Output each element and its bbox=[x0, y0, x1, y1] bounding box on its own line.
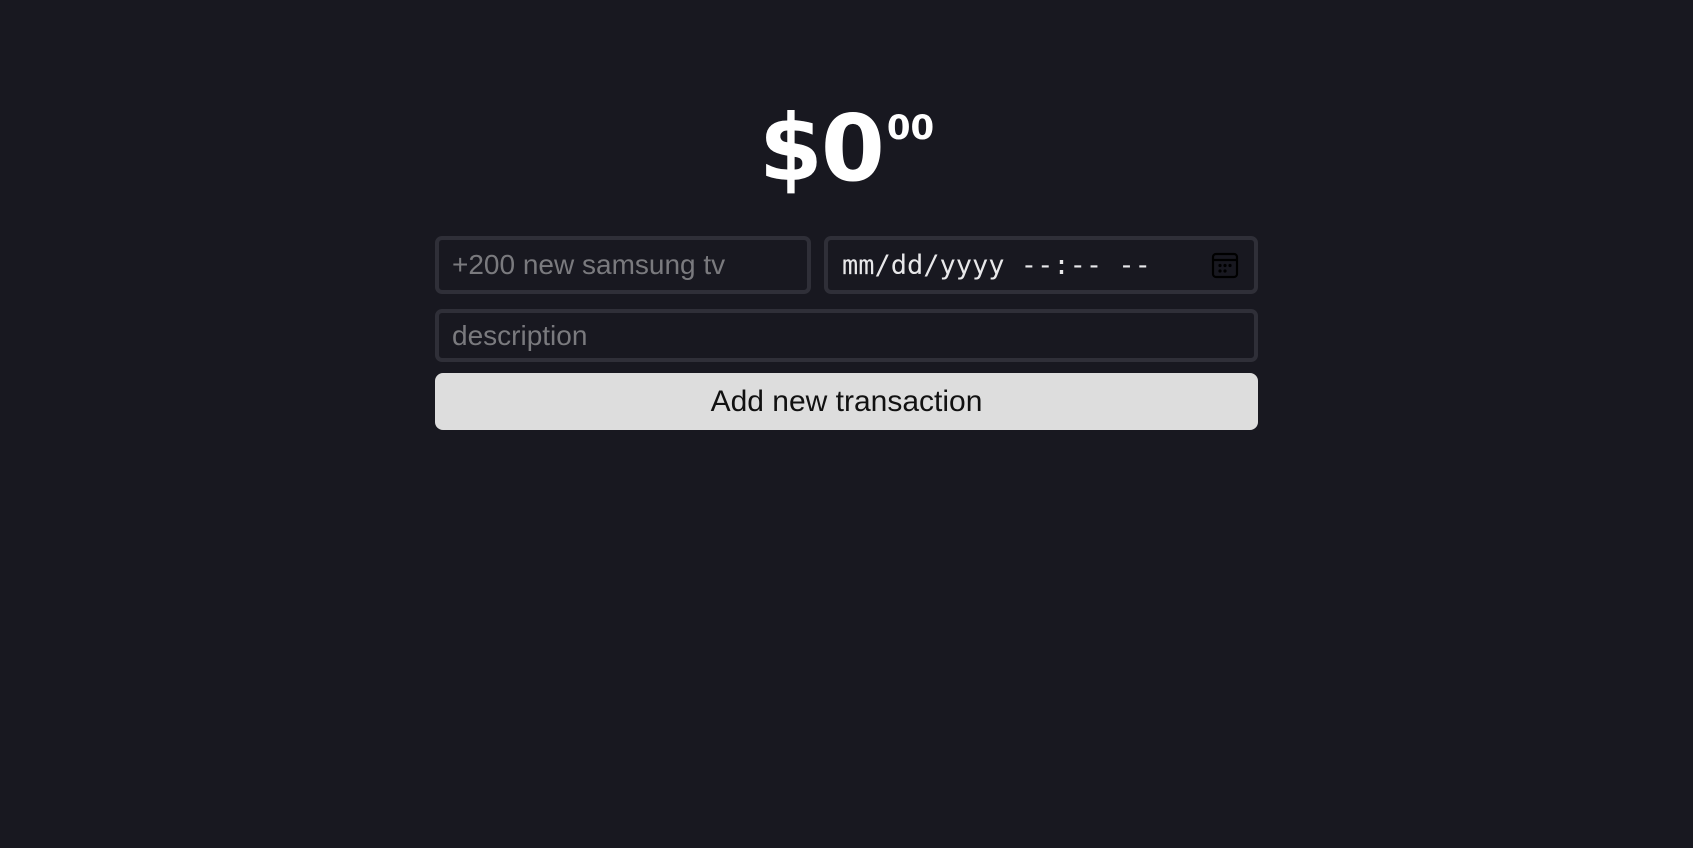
datetime-input[interactable]: mm/dd/yyyy --:-- -- bbox=[824, 236, 1258, 294]
description-input[interactable] bbox=[435, 309, 1258, 362]
balance-display: $0 00 bbox=[0, 103, 1693, 195]
price-input[interactable] bbox=[435, 236, 811, 294]
balance-amount: $0 bbox=[758, 95, 885, 203]
balance-cents: 00 bbox=[886, 108, 935, 149]
add-transaction-button[interactable]: Add new transaction bbox=[435, 373, 1258, 430]
calendar-icon[interactable] bbox=[1210, 250, 1240, 280]
datetime-placeholder: mm/dd/yyyy --:-- -- bbox=[842, 249, 1151, 281]
